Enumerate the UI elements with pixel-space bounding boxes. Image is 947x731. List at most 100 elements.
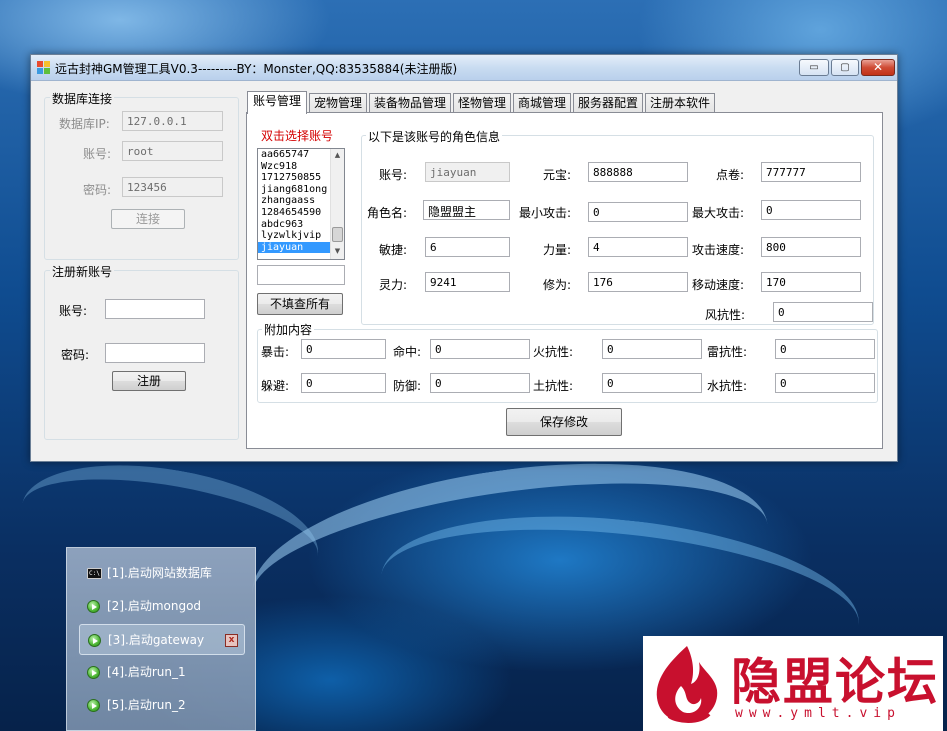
move-speed-input[interactable]: 170 — [761, 272, 861, 292]
tab-register-software[interactable]: 注册本软件 — [645, 93, 715, 113]
db-connection-group: 数据库连接 数据库IP: 127.0.0.1 账号: root 密码: 1234… — [44, 90, 239, 260]
launch-item-gateway[interactable]: [3].启动gateway x — [79, 624, 245, 655]
tab-shop[interactable]: 商城管理 — [513, 93, 571, 113]
list-item[interactable]: abdc963 — [258, 219, 331, 231]
launch-item-label: [5].启动run_2 — [107, 698, 186, 712]
role-account-input[interactable]: jiayuan — [425, 162, 510, 182]
agility-label: 敏捷: — [379, 243, 408, 257]
db-password-input[interactable]: 123456 — [122, 177, 223, 197]
wind-res-input[interactable]: 0 — [773, 302, 873, 322]
gm-tool-window: 远古封神GM管理工具V0.3---------BY：Monster,QQ:835… — [30, 54, 898, 462]
launch-item-label: [3].启动gateway — [108, 633, 205, 647]
list-item[interactable]: jiang681ong — [258, 184, 331, 196]
defense-label: 防御: — [393, 379, 422, 393]
db-account-input[interactable]: root — [122, 141, 223, 161]
fire-res-input[interactable]: 0 — [602, 339, 702, 359]
tab-account[interactable]: 账号管理 — [247, 91, 307, 114]
watermark-url: www.ymlt.vip — [735, 706, 901, 721]
move-speed-label: 移动速度: — [692, 278, 745, 292]
play-icon — [87, 699, 100, 712]
yuanbao-label: 元宝: — [543, 168, 572, 182]
watermark-text: 隐盟论坛 — [731, 652, 939, 711]
max-attack-input[interactable]: 0 — [761, 200, 861, 220]
tab-server-config[interactable]: 服务器配置 — [573, 93, 643, 113]
launch-item-run1[interactable]: [4].启动run_1 — [79, 657, 245, 688]
dianjuan-input[interactable]: 777777 — [761, 162, 861, 182]
launch-item-web-db[interactable]: C:\ [1].启动网站数据库 — [79, 558, 245, 589]
db-group-title: 数据库连接 — [50, 90, 115, 107]
launcher-menu: C:\ [1].启动网站数据库 [2].启动mongod [3].启动gatew… — [66, 547, 256, 731]
list-item[interactable]: aa665747 — [258, 149, 331, 161]
role-group-title: 以下是该账号的角色信息 — [366, 128, 503, 145]
launch-item-mongod[interactable]: [2].启动mongod — [79, 591, 245, 622]
list-item-selected[interactable]: jiayuan — [258, 241, 331, 254]
fire-res-label: 火抗性: — [533, 345, 574, 359]
crit-input[interactable]: 0 — [301, 339, 386, 359]
scroll-thumb[interactable] — [332, 227, 343, 242]
scroll-up-icon[interactable]: ▲ — [331, 149, 344, 162]
earth-res-label: 土抗性: — [533, 379, 574, 393]
db-ip-label: 数据库IP: — [59, 117, 110, 131]
min-attack-input[interactable]: 0 — [588, 202, 688, 222]
db-account-label: 账号: — [83, 147, 112, 161]
account-list[interactable]: aa665747 Wzc918 1712750855 jiang681ong z… — [257, 148, 345, 260]
earth-res-input[interactable]: 0 — [602, 373, 702, 393]
dodge-input[interactable]: 0 — [301, 373, 386, 393]
tab-pet[interactable]: 宠物管理 — [309, 93, 367, 113]
thunder-res-input[interactable]: 0 — [775, 339, 875, 359]
close-button[interactable]: ✕ — [861, 59, 895, 76]
thunder-res-label: 雷抗性: — [707, 345, 748, 359]
spirit-label: 灵力: — [379, 278, 408, 292]
wind-res-label: 风抗性: — [705, 308, 746, 322]
hit-input[interactable]: 0 — [430, 339, 530, 359]
attack-speed-input[interactable]: 800 — [761, 237, 861, 257]
spirit-input[interactable]: 9241 — [425, 272, 510, 292]
register-account-input[interactable] — [105, 299, 205, 319]
dianjuan-label: 点卷: — [716, 168, 745, 182]
register-group-title: 注册新账号 — [50, 263, 115, 280]
list-item[interactable]: 1712750855 — [258, 172, 331, 184]
defense-input[interactable]: 0 — [430, 373, 530, 393]
dodge-label: 躲避: — [261, 379, 290, 393]
register-group: 注册新账号 账号: 密码: 注册 — [44, 263, 239, 440]
db-ip-input[interactable]: 127.0.0.1 — [122, 111, 223, 131]
role-account-label: 账号: — [379, 168, 408, 182]
account-list-scrollbar[interactable]: ▲ ▼ — [330, 149, 344, 259]
maximize-button[interactable]: ▢ — [831, 59, 859, 76]
cmd-icon: C:\ — [87, 568, 102, 579]
scroll-down-icon[interactable]: ▼ — [331, 245, 344, 258]
launch-item-label: [4].启动run_1 — [107, 665, 186, 679]
tab-equipment[interactable]: 装备物品管理 — [369, 93, 451, 113]
role-name-label: 角色名: — [367, 206, 408, 220]
play-icon — [88, 634, 101, 647]
account-tab-page: 双击选择账号 aa665747 Wzc918 1712750855 jiang6… — [246, 112, 883, 449]
strength-input[interactable]: 4 — [588, 237, 688, 257]
list-item[interactable]: 1284654590 — [258, 207, 331, 219]
query-all-button[interactable]: 不填查所有 — [257, 293, 343, 315]
register-button[interactable]: 注册 — [112, 371, 186, 391]
list-item[interactable]: zhangaass — [258, 195, 331, 207]
title-bar[interactable]: 远古封神GM管理工具V0.3---------BY：Monster,QQ:835… — [31, 55, 897, 81]
extra-group-title: 附加内容 — [262, 321, 315, 338]
launch-item-label: [2].启动mongod — [107, 599, 202, 613]
water-res-label: 水抗性: — [707, 379, 748, 393]
account-filter-input[interactable] — [257, 265, 345, 285]
register-password-input[interactable] — [105, 343, 205, 363]
tab-monster[interactable]: 怪物管理 — [453, 93, 511, 113]
connect-button[interactable]: 连接 — [111, 209, 185, 229]
role-name-input[interactable]: 隐盟盟主 — [423, 200, 510, 220]
save-changes-button[interactable]: 保存修改 — [506, 408, 622, 436]
list-item[interactable]: lyzwlkjvip — [258, 230, 331, 242]
select-account-label: 双击选择账号 — [261, 129, 334, 143]
yuanbao-input[interactable]: 888888 — [588, 162, 688, 182]
water-res-input[interactable]: 0 — [775, 373, 875, 393]
minimize-button[interactable]: ▭ — [799, 59, 829, 76]
launch-item-run2[interactable]: [5].启动run_2 — [79, 690, 245, 721]
list-item[interactable]: Wzc918 — [258, 161, 331, 173]
app-icon — [37, 61, 50, 74]
close-icon[interactable]: x — [225, 634, 238, 647]
agility-input[interactable]: 6 — [425, 237, 510, 257]
strength-label: 力量: — [543, 243, 572, 257]
cultivation-input[interactable]: 176 — [588, 272, 688, 292]
min-attack-label: 最小攻击: — [519, 206, 572, 220]
